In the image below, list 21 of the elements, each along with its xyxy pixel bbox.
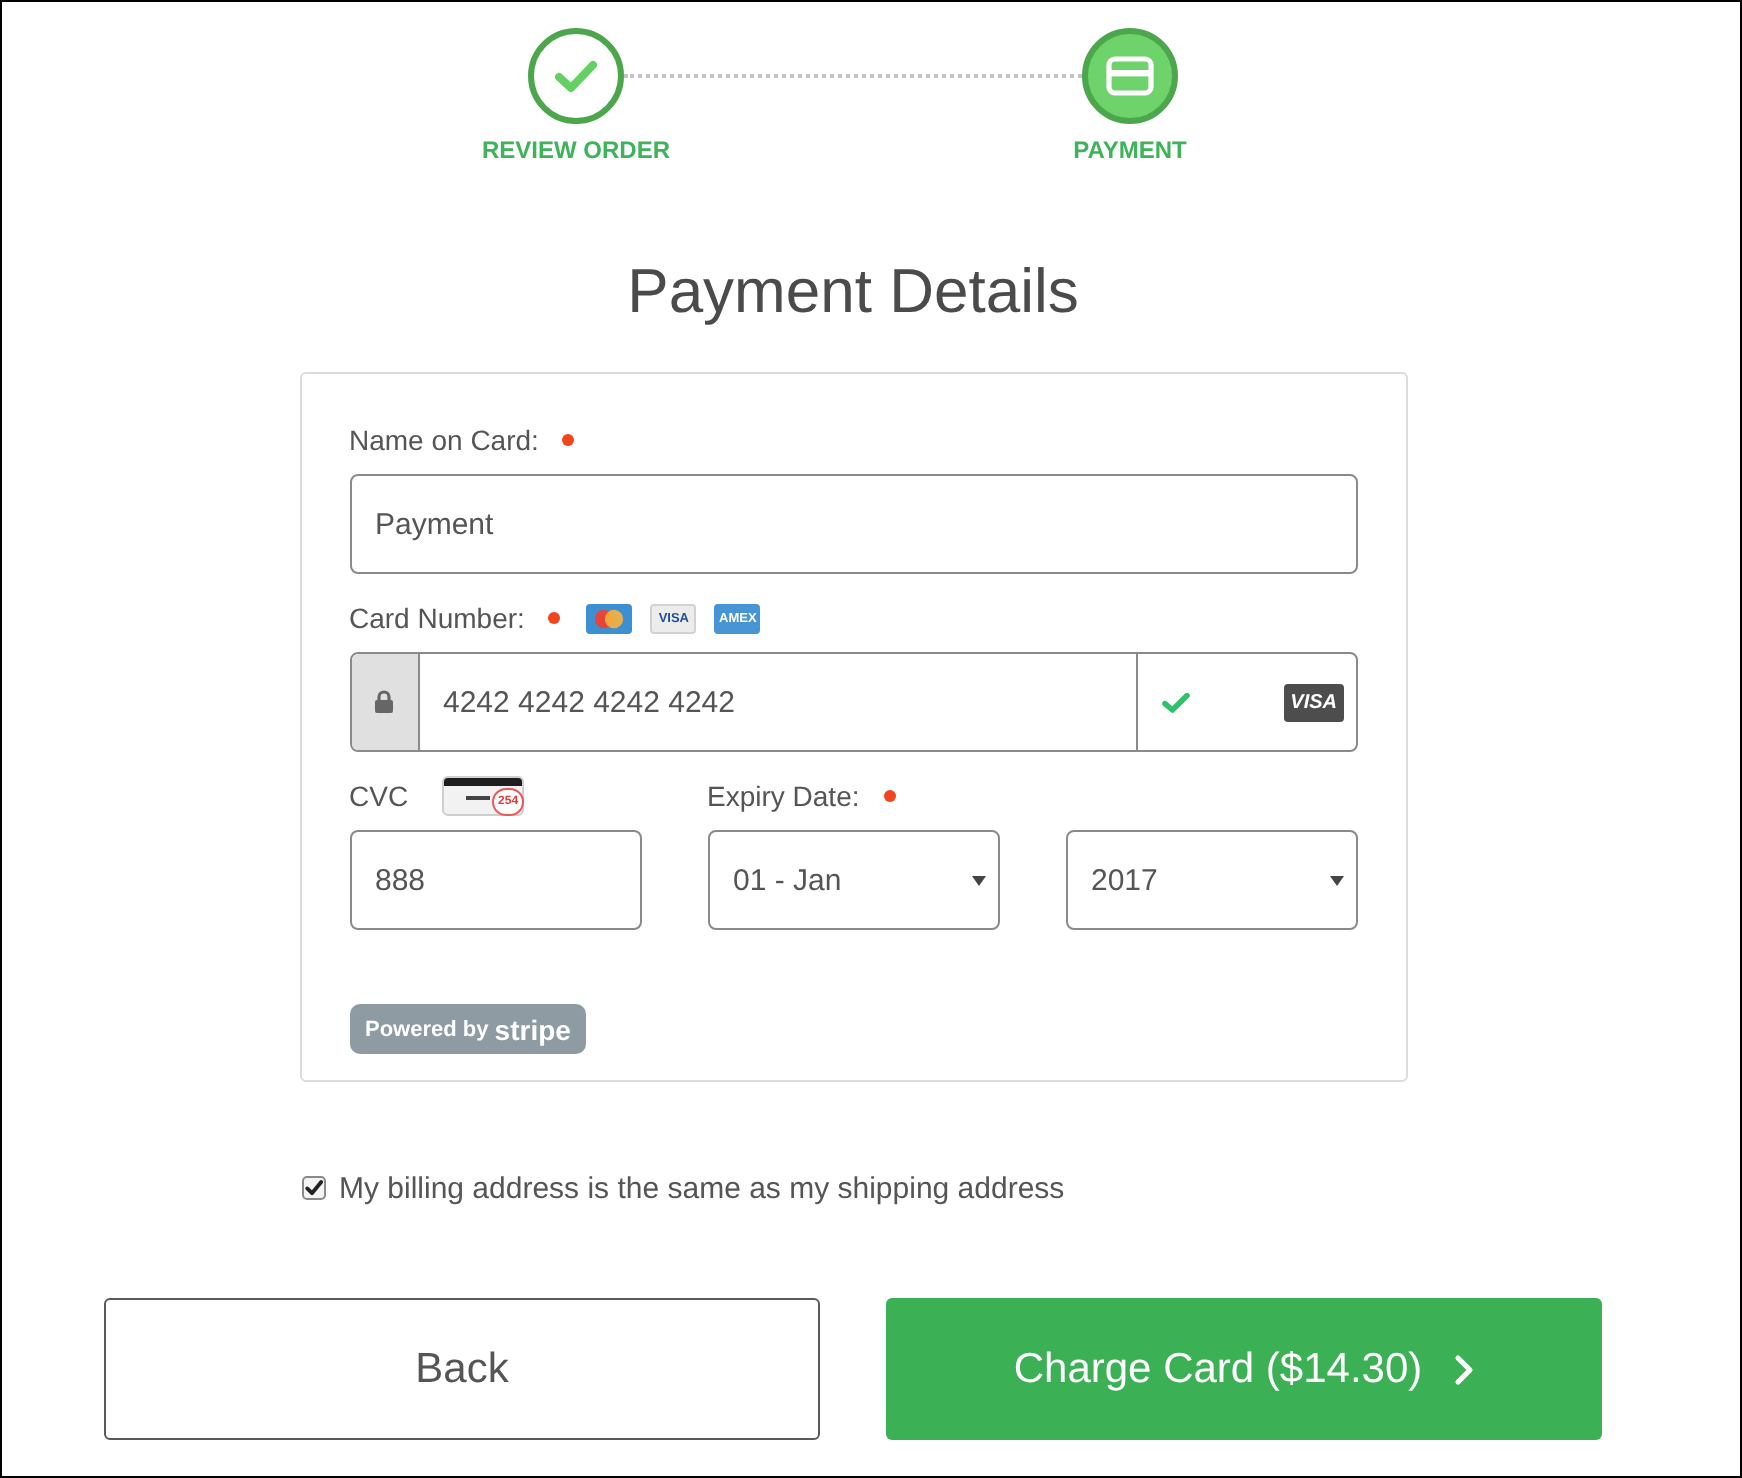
field-label: CVC [349, 778, 409, 814]
chevron-right-icon [1454, 1353, 1475, 1385]
year-select[interactable]: 2017 [1065, 830, 1357, 930]
caret-icon [971, 875, 985, 885]
caret-icon [1329, 875, 1343, 885]
checkbox[interactable] [301, 1176, 325, 1200]
back-button[interactable]: Back [104, 1298, 820, 1440]
field-label: Expiry Date: [707, 778, 860, 814]
lock-icon [374, 690, 394, 714]
step-label: REVIEW ORDER [482, 136, 671, 164]
checkbox-label: My billing address is the same as my shipping address [339, 1171, 1065, 1205]
field-label: Card Number: [349, 600, 525, 636]
name-input-field[interactable]: Payment [349, 474, 1357, 574]
step-label: PAYMENT [1073, 136, 1187, 164]
card-brand-icon [586, 603, 633, 633]
field-label: Name on Card: [349, 422, 539, 458]
month-select[interactable]: 01 - Jan [707, 830, 999, 930]
card-number-field[interactable]: 4242 4242 4242 4242 [419, 654, 1135, 750]
cvc-input-field[interactable]: 888 [349, 830, 641, 930]
page-title: Payment Details [627, 256, 1079, 328]
card-brand-badge: VISA [1284, 683, 1343, 721]
